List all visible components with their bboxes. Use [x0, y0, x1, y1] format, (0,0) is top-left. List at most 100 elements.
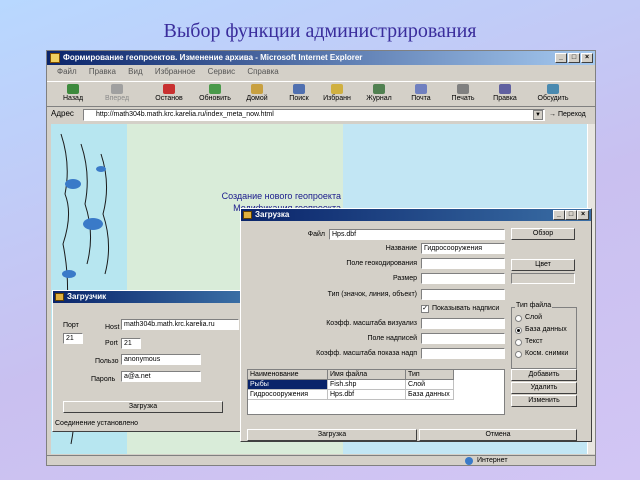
browse-button[interactable]: Обзор — [511, 228, 575, 240]
show-labels-checkbox[interactable]: ✓ — [421, 305, 429, 313]
connection-status: Соединение установлено — [55, 420, 139, 427]
size-label: Размер — [392, 275, 417, 282]
port-label: Порт — [63, 322, 79, 329]
favorites-icon — [331, 84, 343, 94]
menu-bar: Файл Правка Вид Избранное Сервис Справка — [47, 65, 595, 79]
geocoding-label: Поле геокодирования — [346, 260, 417, 267]
port-field[interactable]: 21 — [63, 333, 83, 344]
forward-arrow-icon — [111, 84, 123, 94]
delete-button[interactable]: Удалить — [511, 382, 577, 394]
menu-view[interactable]: Вид — [128, 67, 142, 76]
link-create-project[interactable]: Создание нового геопроекта — [191, 190, 341, 202]
radio-layer[interactable] — [515, 315, 522, 322]
uploader-dialog: Загрузчик Порт 21 Host math304b.math.krc… — [52, 290, 242, 432]
load-dialog-title: Загрузка — [241, 209, 591, 221]
name-label: Название — [385, 245, 417, 252]
host-label: Host — [105, 324, 120, 331]
mail-button[interactable]: Почта — [399, 84, 443, 106]
edit-label: Правка — [493, 95, 517, 102]
mail-label: Почта — [411, 95, 431, 102]
history-button[interactable]: Журнал — [357, 84, 401, 106]
host-field[interactable]: math304b.math.krc.karelia.ru — [121, 319, 239, 330]
search-label: Поиск — [289, 95, 309, 102]
menu-tools[interactable]: Сервис — [208, 67, 235, 76]
load-maximize-icon[interactable]: □ — [565, 210, 577, 220]
table-cell[interactable]: Рыбы — [248, 380, 328, 390]
stop-label: Останов — [155, 95, 183, 102]
minimize-icon[interactable]: _ — [555, 53, 567, 63]
geocoding-field[interactable] — [421, 258, 505, 269]
user-label: Пользо — [95, 358, 119, 365]
load-close-icon[interactable]: × — [577, 210, 589, 220]
address-bar: Адрес http://math304b.math.krc.karelia.r… — [47, 108, 595, 122]
port2-label: Port — [105, 340, 118, 347]
file-type-group-label: Тип файла — [515, 301, 553, 311]
mail-icon — [415, 84, 427, 94]
forward-button[interactable]: Вперед — [95, 84, 139, 106]
internet-zone-icon — [465, 457, 473, 465]
discuss-button[interactable]: Обсудить — [531, 84, 575, 106]
coef-labels-label: Коэфф. масштаба показа надп — [316, 350, 417, 357]
discuss-icon — [547, 84, 559, 94]
uploader-load-button[interactable]: Загрузка — [63, 401, 223, 413]
col-type-header[interactable]: Тип — [406, 370, 454, 380]
port2-field[interactable]: 21 — [121, 338, 141, 349]
edit-page-icon — [499, 84, 511, 94]
forward-label: Вперед — [104, 95, 130, 102]
table-cell[interactable]: Hps.dbf — [328, 390, 406, 400]
coef-visual-field[interactable] — [421, 318, 505, 329]
radio-database[interactable] — [515, 327, 522, 334]
labels-field[interactable] — [421, 333, 505, 344]
color-button[interactable]: Цвет — [511, 259, 575, 271]
user-field[interactable]: anonymous — [121, 354, 201, 365]
table-cell[interactable]: Гидросооружения — [248, 390, 328, 400]
table-cell[interactable]: Fish.shp — [328, 380, 406, 390]
radio-text[interactable] — [515, 339, 522, 346]
slide-title: Выбор функции администрирования — [163, 20, 477, 42]
type-field[interactable] — [421, 289, 505, 300]
refresh-button[interactable]: Обновить — [193, 84, 237, 106]
col-name-header[interactable]: Наименование — [248, 370, 328, 380]
menu-help[interactable]: Справка — [247, 67, 278, 76]
col-file-header[interactable]: Имя файла — [328, 370, 406, 380]
add-button[interactable]: Добавить — [511, 369, 577, 381]
file-label: Файл — [307, 231, 325, 238]
stop-button[interactable]: Останов — [147, 84, 191, 106]
load-minimize-icon[interactable]: _ — [553, 210, 565, 220]
table-cell[interactable]: Слой — [406, 380, 454, 390]
close-icon[interactable]: × — [581, 53, 593, 63]
size-field[interactable] — [421, 273, 505, 284]
back-button[interactable]: Назад — [51, 84, 95, 106]
history-icon — [373, 84, 385, 94]
status-bar: Интернет — [47, 455, 595, 466]
address-dropdown-icon[interactable]: ▼ — [533, 110, 543, 120]
radio-text-label: Текст — [525, 338, 543, 345]
edit-row-button[interactable]: Изменить — [511, 395, 577, 407]
browser-title: Формирование геопроектов. Изменение архи… — [47, 51, 595, 65]
radio-satellite[interactable] — [515, 351, 522, 358]
favorites-button[interactable]: Избранн — [315, 84, 359, 106]
file-field[interactable]: Hps.dbf — [329, 229, 505, 240]
layers-table: Наименование Имя файла Тип Рыбы Fish.shp… — [247, 369, 505, 415]
home-icon — [251, 84, 263, 94]
cancel-button[interactable]: Отмена — [419, 429, 577, 441]
password-label: Пароль — [91, 376, 116, 383]
labels-field-label: Поле надписей — [367, 335, 417, 342]
menu-edit[interactable]: Правка — [89, 67, 116, 76]
password-field[interactable]: a@a.net — [121, 371, 201, 382]
address-input[interactable]: http://math304b.math.krc.karelia.ru/inde… — [83, 109, 545, 121]
coef-labels-field[interactable] — [421, 348, 505, 359]
dialog-load-button[interactable]: Загрузка — [247, 429, 417, 441]
address-label: Адрес — [51, 109, 74, 118]
name-field[interactable]: Гидросооружения — [421, 243, 505, 254]
menu-file[interactable]: Файл — [57, 67, 77, 76]
maximize-icon[interactable]: □ — [568, 53, 580, 63]
home-button[interactable]: Домой — [235, 84, 279, 106]
edit-button[interactable]: Правка — [483, 84, 527, 106]
go-button[interactable]: → Переход — [549, 109, 593, 121]
table-cell[interactable]: База данных — [406, 390, 454, 400]
menu-favorites[interactable]: Избранное — [155, 67, 196, 76]
history-label: Журнал — [366, 95, 392, 102]
printer-icon — [457, 84, 469, 94]
print-button[interactable]: Печать — [441, 84, 485, 106]
